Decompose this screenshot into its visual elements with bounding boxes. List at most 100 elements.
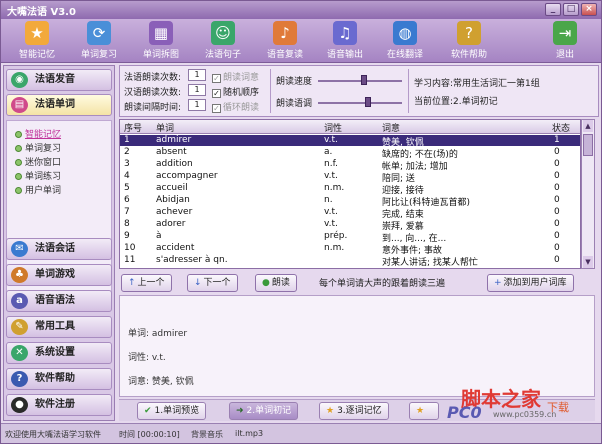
table-row[interactable]: 3 addition n.f. 帐单; 加法; 增加 0 bbox=[120, 159, 580, 172]
toolbar-split-button[interactable]: ▦ 单词拆图 bbox=[129, 21, 193, 61]
table-row[interactable]: 6 Abidjan n. 阿比让(科特迪瓦首都) 0 bbox=[120, 195, 580, 208]
cn-count-spinner[interactable]: 1 bbox=[188, 84, 206, 96]
toolbar-memory-button[interactable]: ★ 智能记忆 bbox=[5, 21, 69, 61]
output-icon: ♫ bbox=[333, 21, 357, 45]
detail-pos: 词性: v.t. bbox=[128, 353, 166, 363]
sidebar-item-grammar[interactable]: a 语音语法 bbox=[6, 290, 112, 312]
register-icon: ● bbox=[11, 397, 28, 413]
table-row[interactable]: 2 absent a. 缺席的; 不在(场)的 0 bbox=[120, 147, 580, 160]
table-cell: 0 bbox=[554, 183, 560, 193]
table-cell: adorer bbox=[156, 219, 186, 229]
table-cell: v.t. bbox=[324, 219, 338, 229]
scroll-down-icon[interactable]: ▼ bbox=[583, 256, 593, 268]
table-cell: v.t. bbox=[324, 135, 338, 145]
toolbar-sentence-button[interactable]: ☺ 法语句子 bbox=[191, 21, 255, 61]
bullet-icon bbox=[15, 173, 22, 180]
scroll-thumb[interactable] bbox=[583, 134, 593, 156]
sidebar: ◉ 法语发音 ▤ 法语单词 智能记忆 单词复习 迷你窗口 单词练习 用户单词 ✉… bbox=[3, 65, 115, 421]
toolbar-review-button[interactable]: ⟳ 单词复习 bbox=[67, 21, 131, 61]
check-icon: ✔ bbox=[144, 406, 152, 416]
star-icon: ★ bbox=[416, 406, 425, 416]
maximize-button[interactable]: □ bbox=[563, 3, 579, 16]
toolbar-translate-button[interactable]: ◍ 在线翻译 bbox=[373, 21, 437, 61]
prev-button[interactable]: ↑ 上一个 bbox=[121, 274, 172, 292]
minimize-button[interactable]: _ bbox=[545, 3, 561, 16]
table-cell: 对某人讲话; 找某人帮忙 bbox=[382, 258, 478, 268]
toolbar: ★ 智能记忆 ⟳ 单词复习 ▦ 单词拆图 ☺ 法语句子 ♪ 语音复读 ♫ 语音输… bbox=[1, 19, 601, 63]
book-icon: ▤ bbox=[11, 97, 28, 113]
table-cell: v.t. bbox=[324, 207, 338, 217]
table-row[interactable]: 1 admirer v.t. 赞美, 钦佩 1 bbox=[120, 135, 580, 148]
settings-icon: ✕ bbox=[11, 345, 28, 361]
step-next[interactable]: ★ bbox=[409, 402, 439, 420]
table-row[interactable]: 11 s'adresser à qn. 对某人讲话; 找某人帮忙 0 bbox=[120, 255, 580, 268]
title-bar: 大嘴法语 V3.0 _ □ × bbox=[1, 1, 601, 19]
table-cell: 0 bbox=[554, 243, 560, 253]
star-icon: ★ bbox=[326, 406, 335, 416]
table-cell: 11 bbox=[124, 255, 136, 265]
table-row[interactable]: 10 accident n.m. 意外事件; 事故 0 bbox=[120, 243, 580, 256]
sidebar-item-pronunciation[interactable]: ◉ 法语发音 bbox=[6, 69, 112, 91]
abc-icon: a bbox=[11, 293, 28, 309]
table-row[interactable]: 7 achever v.t. 完成, 结束 0 bbox=[120, 207, 580, 220]
people-icon: ☺ bbox=[211, 21, 235, 45]
up-arrow-icon: ↑ bbox=[128, 278, 136, 288]
loop-read-checkbox[interactable]: ✓ 循环朗读 bbox=[212, 100, 259, 113]
tone-slider-track[interactable] bbox=[318, 102, 402, 104]
toolbar-help-button[interactable]: ? 软件帮助 bbox=[437, 21, 501, 61]
sub-item-practice[interactable]: 单词练习 bbox=[15, 169, 61, 182]
table-cell: 1 bbox=[124, 135, 130, 145]
table-scrollbar[interactable]: ▲ ▼ bbox=[581, 119, 595, 269]
random-order-checkbox[interactable]: ✓ 随机顺序 bbox=[212, 85, 259, 98]
fr-count-spinner[interactable]: 1 bbox=[188, 69, 206, 81]
read-def-checkbox[interactable]: ✓ 朗读词意 bbox=[212, 70, 259, 83]
speed-slider-thumb[interactable] bbox=[361, 75, 368, 85]
close-button[interactable]: × bbox=[581, 3, 597, 16]
table-cell: 0 bbox=[554, 207, 560, 217]
bullet-icon bbox=[15, 159, 22, 166]
sub-item-smart-memory[interactable]: 智能记忆 bbox=[15, 127, 61, 140]
table-row[interactable]: 4 accompagner v.t. 陪同; 送0 bbox=[120, 171, 580, 184]
toolbar-exit-button[interactable]: ⇥ 退出 bbox=[533, 21, 597, 61]
sidebar-item-register[interactable]: ● 软件注册 bbox=[6, 394, 112, 416]
detail-word: 单词: admirer bbox=[128, 329, 188, 339]
sidebar-item-conversation[interactable]: ✉ 法语会话 bbox=[6, 238, 112, 260]
toolbar-output-button[interactable]: ♫ 语音输出 bbox=[313, 21, 377, 61]
step-first-memorize[interactable]: ➜ 2.单词初记 bbox=[229, 402, 299, 420]
table-cell: absent bbox=[156, 147, 187, 157]
word-detail-panel: 单词: admirer 词性: v.t. 词意: 赞美, 钦佩 bbox=[119, 295, 595, 397]
table-row[interactable]: 5 accueil n.m. 迎接, 接待 0 bbox=[120, 183, 580, 196]
site-watermark: 脚本之家 PC0 www.pc0359.cn 下载 bbox=[447, 387, 569, 422]
table-cell: 0 bbox=[554, 159, 560, 169]
table-row[interactable]: 8 adorer v.t. 崇拜, 爱慕 0 bbox=[120, 219, 580, 232]
sub-item-review[interactable]: 单词复习 bbox=[15, 141, 61, 154]
table-cell: n. bbox=[324, 195, 333, 205]
table-cell: 3 bbox=[124, 159, 130, 169]
sub-item-user-words[interactable]: 用户单词 bbox=[15, 183, 61, 196]
toolbar-repeat-button[interactable]: ♪ 语音复读 bbox=[253, 21, 317, 61]
sidebar-item-words[interactable]: ▤ 法语单词 bbox=[6, 94, 112, 116]
table-cell: 0 bbox=[554, 255, 560, 265]
next-button[interactable]: ↓ 下一个 bbox=[187, 274, 238, 292]
step-preview[interactable]: ✔ 1.单词预览 bbox=[137, 402, 207, 420]
sidebar-item-help[interactable]: ? 软件帮助 bbox=[6, 368, 112, 390]
app-window: 大嘴法语 V3.0 _ □ × ★ 智能记忆 ⟳ 单词复习 ▦ 单词拆图 ☺ 法… bbox=[0, 0, 602, 444]
table-row[interactable]: 9 à prép. 到..., 向..., 在... 0 bbox=[120, 231, 580, 244]
game-icon: ♣ bbox=[11, 267, 28, 283]
sidebar-item-settings[interactable]: ✕ 系统设置 bbox=[6, 342, 112, 364]
step-word-memorize[interactable]: ★ 3.逐词记忆 bbox=[319, 402, 389, 420]
table-cell: 0 bbox=[554, 171, 560, 181]
table-cell: Abidjan bbox=[156, 195, 190, 205]
sidebar-item-tools[interactable]: ✎ 常用工具 bbox=[6, 316, 112, 338]
table-cell: 9 bbox=[124, 231, 130, 241]
speed-slider-track[interactable] bbox=[318, 80, 402, 82]
scroll-up-icon[interactable]: ▲ bbox=[583, 120, 593, 132]
add-user-button[interactable]: + 添加到用户词库 bbox=[487, 274, 574, 292]
read-button[interactable]: ● 朗读 bbox=[255, 274, 297, 292]
status-bar: 欢迎使用大嘴法语学习软件 时间 [00:00:10] 背景音乐 ilt.mp3 bbox=[1, 423, 601, 443]
sub-item-mini-window[interactable]: 迷你窗口 bbox=[15, 155, 61, 168]
tone-slider-thumb[interactable] bbox=[365, 97, 372, 107]
sidebar-item-word-game[interactable]: ♣ 单词游戏 bbox=[6, 264, 112, 286]
interval-spinner[interactable]: 1 bbox=[188, 99, 206, 111]
globe-icon: ◍ bbox=[393, 21, 417, 45]
